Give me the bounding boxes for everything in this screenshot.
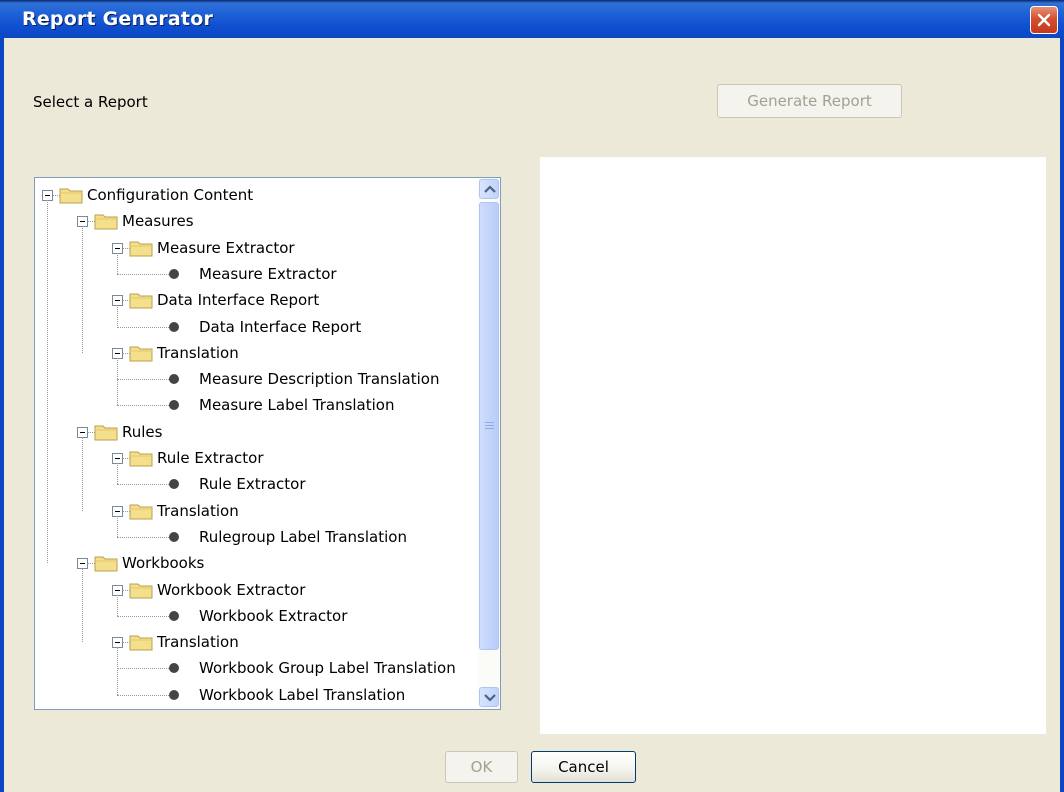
tree-leaf-row[interactable]: Measure Label Translation (35, 392, 478, 418)
leaf-node-icon (169, 663, 179, 674)
leaf-node-icon (169, 374, 179, 385)
select-report-label: Select a Report (33, 93, 148, 111)
tree-connector (82, 436, 83, 511)
tree-connector (117, 379, 169, 381)
tree-viewport: Configuration Content Measures Measure Ext… (35, 178, 478, 709)
tree-folder-label: Configuration Content (87, 186, 254, 204)
leaf-node-icon (169, 321, 179, 332)
vertical-scrollbar[interactable] (478, 178, 500, 709)
tree-leaf-label: Workbook Label Translation (199, 685, 406, 704)
tree-connector (117, 326, 169, 328)
generate-report-button[interactable]: Generate Report (717, 84, 902, 118)
window-frame-right (1060, 38, 1064, 792)
tree-connector (117, 305, 118, 327)
scroll-up-button[interactable] (479, 179, 499, 199)
tree-folder-label: Data Interface Report (157, 291, 320, 310)
tree-leaf-label: Rulegroup Label Translation (199, 527, 407, 546)
tree-leaf-row[interactable]: Workbook Group Label Translation (35, 655, 478, 681)
report-tree[interactable]: Configuration Content Measures Measure Ext… (34, 177, 501, 710)
close-x-icon (1037, 13, 1051, 27)
tree-folder-row[interactable]: Measures (35, 208, 478, 234)
tree-connector (117, 357, 118, 406)
tree-folder-row[interactable]: Measure Extractor (35, 235, 478, 261)
tree-connector (117, 594, 118, 616)
scroll-down-arrow-icon (484, 694, 496, 702)
tree-leaf-label: Workbook Extractor (199, 606, 348, 625)
thumb-grip-icon (485, 422, 494, 430)
leaf-node-icon (169, 531, 179, 542)
tree-folder-label: Rule Extractor (157, 449, 264, 467)
leaf-node-icon (169, 689, 179, 700)
report-generator-dialog: Report Generator Select a Report Generat… (0, 0, 1064, 792)
window-title: Report Generator (22, 8, 214, 30)
tree-folder-label: Measure Extractor (157, 238, 295, 257)
tree-leaf-label: Measure Extractor (199, 264, 337, 283)
tree-leaf-row[interactable]: Measure Description Translation (35, 366, 478, 392)
tree-folder-label: Translation (157, 633, 239, 652)
leaf-node-icon (169, 479, 179, 490)
tree-folder-label: Measures (122, 212, 194, 231)
tree-leaf-row[interactable]: Rulegroup Label Translation (35, 524, 478, 550)
tree-connector (117, 405, 169, 407)
tree-leaf-label: Measure Description Translation (199, 370, 440, 389)
tree-leaf-row[interactable]: Workbook Label Translation (35, 682, 478, 708)
window-frame-left (0, 38, 4, 792)
scrollbar-thumb[interactable] (479, 202, 499, 650)
tree-folder-row[interactable]: Rule Extractor (35, 445, 478, 471)
close-button[interactable] (1030, 6, 1058, 34)
tree-folder-label: Translation (157, 343, 239, 362)
leaf-node-icon (169, 268, 179, 279)
scroll-down-button[interactable] (479, 687, 499, 707)
tree-leaf-row[interactable]: Workbook Extractor (35, 603, 478, 629)
scroll-up-arrow-icon (484, 185, 496, 193)
tree-folder-row[interactable]: Translation (35, 629, 478, 655)
tree-connector (47, 200, 48, 564)
tree-connector (82, 568, 83, 643)
tree-connector (117, 484, 169, 486)
leaf-node-icon (169, 610, 179, 621)
tree-leaf-row[interactable]: Rule Extractor (35, 471, 478, 497)
tree-connector (117, 273, 169, 275)
title-bar[interactable]: Report Generator (0, 0, 1064, 38)
tree-connector (117, 252, 118, 274)
tree-connector (117, 536, 169, 538)
tree-folder-row[interactable]: Data Interface Report (35, 287, 478, 313)
tree-folder-row[interactable]: Configuration Content (35, 182, 478, 208)
tree-leaf-label: Data Interface Report (199, 317, 362, 336)
tree-connector (117, 694, 169, 696)
tree-connector (117, 463, 118, 485)
tree-folder-row[interactable]: Translation (35, 340, 478, 366)
tree-folder-label: Rules (122, 422, 163, 441)
tree-connector (117, 615, 169, 617)
tree-connector (117, 668, 169, 670)
tree-leaf-row[interactable]: Measure Extractor (35, 261, 478, 287)
tree-leaf-label: Rule Extractor (199, 475, 306, 494)
tree-folder-label: Workbook Extractor (157, 580, 306, 599)
tree-folder-row[interactable]: Translation (35, 498, 478, 524)
leaf-node-icon (169, 400, 179, 411)
ok-button[interactable]: OK (445, 751, 518, 783)
report-preview-pane (540, 157, 1046, 734)
tree-folder-label: Translation (157, 501, 239, 520)
tree-folder-row[interactable]: Workbooks (35, 550, 478, 576)
tree-connector (82, 226, 83, 353)
tree-leaf-label: Measure Label Translation (199, 396, 395, 415)
tree-folder-row[interactable]: Workbook Extractor (35, 577, 478, 603)
tree-leaf-row[interactable]: Data Interface Report (35, 314, 478, 340)
tree-connector (117, 515, 118, 537)
tree-connector (117, 647, 118, 695)
cancel-button[interactable]: Cancel (531, 751, 636, 783)
tree-folder-row[interactable]: Rules (35, 419, 478, 445)
tree-folder-label: Workbooks (122, 554, 205, 573)
tree-leaf-label: Workbook Group Label Translation (199, 659, 456, 678)
